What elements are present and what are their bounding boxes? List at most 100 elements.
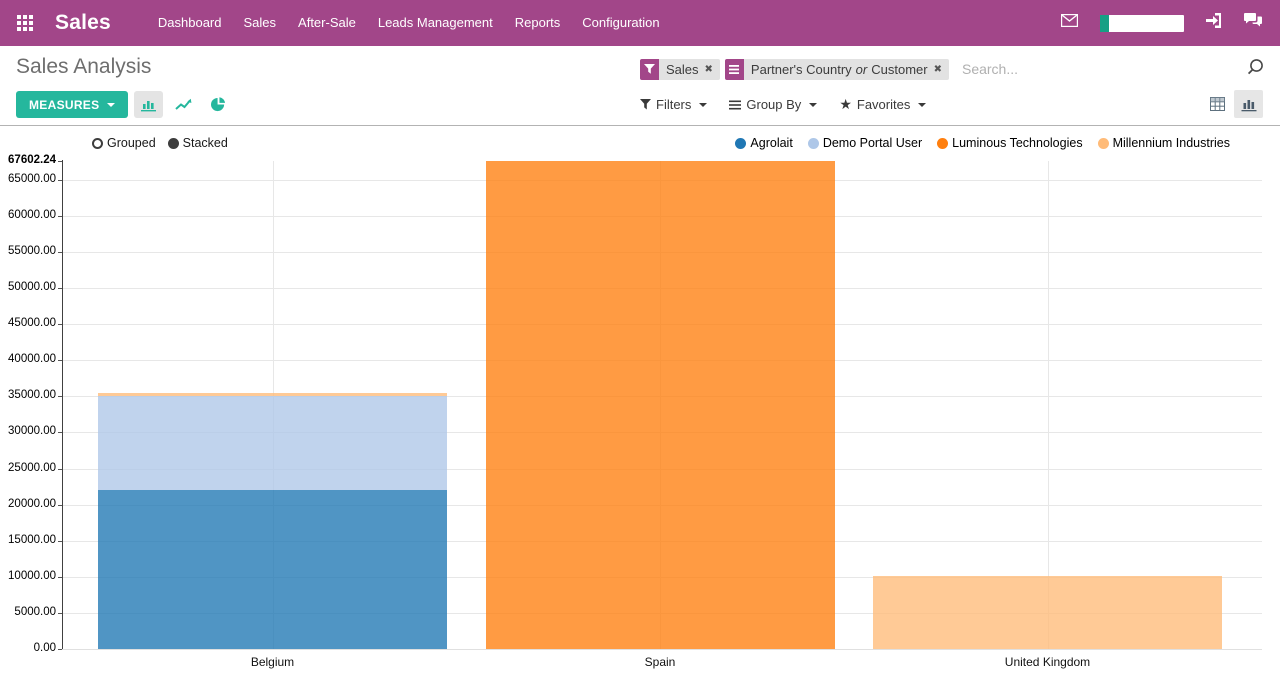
- y-tick-label: 50000.00: [0, 281, 56, 293]
- measures-button[interactable]: MEASURES: [16, 91, 128, 118]
- group-by-dropdown[interactable]: Group By: [729, 97, 817, 112]
- group-by-list-icon: [729, 100, 741, 110]
- legend-dot-icon: [937, 138, 948, 149]
- filter-funnel-icon: [640, 99, 651, 110]
- bar-segment-demo-portal-user[interactable]: [98, 396, 447, 490]
- navbar-left: Sales: [0, 11, 111, 35]
- sales-analysis-page: { "colors": { "brand_purple": "#A24689",…: [0, 0, 1280, 699]
- radio-circle-icon: [92, 138, 103, 149]
- y-tick-label: 20000.00: [0, 498, 56, 510]
- x-axis-label: United Kingdom: [938, 655, 1158, 669]
- stacked-label: Stacked: [183, 136, 228, 150]
- app-title: Sales: [55, 11, 111, 35]
- legend-label: Demo Portal User: [823, 136, 922, 150]
- filters-dropdown[interactable]: Filters: [640, 97, 707, 112]
- legend-dot-icon: [735, 138, 746, 149]
- envelope-icon[interactable]: [1061, 14, 1078, 32]
- x-axis-label: Belgium: [163, 655, 383, 669]
- page-title: Sales Analysis: [16, 55, 151, 79]
- y-tick-label: 45000.00: [0, 317, 56, 329]
- measures-label: MEASURES: [29, 98, 99, 112]
- legend-label: Luminous Technologies: [952, 136, 1082, 150]
- pie-chart-button[interactable]: [204, 91, 233, 118]
- search-icon[interactable]: [1247, 58, 1264, 80]
- legend-item[interactable]: Demo Portal User: [808, 136, 922, 150]
- favorites-label: Favorites: [857, 97, 910, 112]
- facet-label: Sales ✖: [659, 59, 720, 80]
- chevron-down-icon: [107, 103, 115, 107]
- pivot-view-button[interactable]: [1203, 90, 1232, 118]
- bar-chart-button[interactable]: [134, 91, 163, 118]
- search-bar[interactable]: Sales ✖ Partner's Country or Customer ✖ …: [640, 58, 1264, 80]
- nav-item-leads-management[interactable]: Leads Management: [367, 0, 504, 46]
- y-tick-label: 65000.00: [0, 173, 56, 185]
- group-by-label: Group By: [746, 97, 801, 112]
- navbar-right: [1039, 13, 1280, 33]
- x-axis-label: Spain: [550, 655, 770, 669]
- bar-segment-luminous-technologies[interactable]: [486, 161, 835, 649]
- nav-item-reports[interactable]: Reports: [504, 0, 572, 46]
- nav-item-sales[interactable]: Sales: [233, 0, 288, 46]
- grouped-label: Grouped: [107, 136, 156, 150]
- graph-view-button[interactable]: [1234, 90, 1263, 118]
- control-panel: Sales Analysis Sales ✖ Partner's Country…: [0, 46, 1280, 126]
- stacked-radio[interactable]: Stacked: [168, 136, 228, 150]
- graph-view: Grouped Stacked Agrolait Demo Portal User…: [0, 127, 1280, 699]
- y-tick-label: 15000.00: [0, 534, 56, 546]
- apps-grid-glyph: [17, 15, 34, 32]
- search-options-row: Filters Group By ★ Favorites: [640, 97, 948, 112]
- chart-legend: Agrolait Demo Portal User Luminous Technol…: [720, 136, 1230, 150]
- y-tick-label: 35000.00: [0, 389, 56, 401]
- nav-item-configuration[interactable]: Configuration: [571, 0, 670, 46]
- filter-funnel-icon: [640, 59, 659, 80]
- grouped-radio[interactable]: Grouped: [92, 136, 156, 150]
- chevron-down-icon: [809, 103, 817, 107]
- facet-text: Partner's Country: [751, 62, 852, 77]
- legend-item[interactable]: Luminous Technologies: [937, 136, 1082, 150]
- user-menu[interactable]: [1100, 15, 1184, 32]
- nav-item-dashboard[interactable]: Dashboard: [147, 0, 233, 46]
- facet-close-icon[interactable]: ✖: [934, 64, 942, 75]
- chat-icon[interactable]: [1244, 13, 1262, 33]
- y-tick-label: 60000.00: [0, 209, 56, 221]
- star-icon: ★: [839, 98, 852, 111]
- legend-dot-icon: [808, 138, 819, 149]
- login-icon[interactable]: [1206, 13, 1222, 33]
- facet-close-icon[interactable]: ✖: [705, 64, 713, 75]
- line-chart-button[interactable]: [169, 91, 198, 118]
- graph-toolbar: MEASURES: [16, 91, 233, 118]
- legend-dot-icon: [1098, 138, 1109, 149]
- y-tick-label: 40000.00: [0, 353, 56, 365]
- bar-segment-millennium-industries[interactable]: [873, 576, 1222, 649]
- favorites-dropdown[interactable]: ★ Favorites: [839, 97, 926, 112]
- y-tick-label: 30000.00: [0, 425, 56, 437]
- facet-label: Partner's Country or Customer ✖: [744, 59, 949, 80]
- y-tick-label: 10000.00: [0, 570, 56, 582]
- search-facet-sales[interactable]: Sales ✖: [640, 59, 720, 80]
- apps-grid-icon[interactable]: [16, 14, 34, 32]
- nav-item-after-sale[interactable]: After-Sale: [287, 0, 367, 46]
- y-tick-label: 5000.00: [0, 606, 56, 618]
- view-switcher: [1201, 90, 1263, 118]
- y-tick-label: 55000.00: [0, 245, 56, 257]
- bar-segment-millennium-industries[interactable]: [98, 393, 447, 396]
- filters-label: Filters: [656, 97, 691, 112]
- radio-circle-icon: [168, 138, 179, 149]
- graph-bars-icon: [1241, 97, 1257, 112]
- y-tick-label: 25000.00: [0, 462, 56, 474]
- search-input[interactable]: Search...: [962, 61, 1247, 77]
- user-presence-indicator: [1100, 15, 1109, 32]
- facet-text: Customer: [871, 62, 927, 77]
- chevron-down-icon: [699, 103, 707, 107]
- legend-item[interactable]: Agrolait: [735, 136, 792, 150]
- line-chart-icon: [175, 98, 192, 111]
- bar-segment-agrolait[interactable]: [98, 490, 447, 649]
- y-tick-label: 67602.24: [0, 154, 56, 166]
- legend-label: Agrolait: [750, 136, 792, 150]
- legend-item[interactable]: Millennium Industries: [1098, 136, 1230, 150]
- search-facet-groupby[interactable]: Partner's Country or Customer ✖: [725, 59, 949, 80]
- x-axis-baseline: [62, 649, 1262, 650]
- group-by-list-icon: [725, 59, 744, 80]
- top-navbar: Sales Dashboard Sales After-Sale Leads M…: [0, 0, 1280, 46]
- legend-label: Millennium Industries: [1113, 136, 1230, 150]
